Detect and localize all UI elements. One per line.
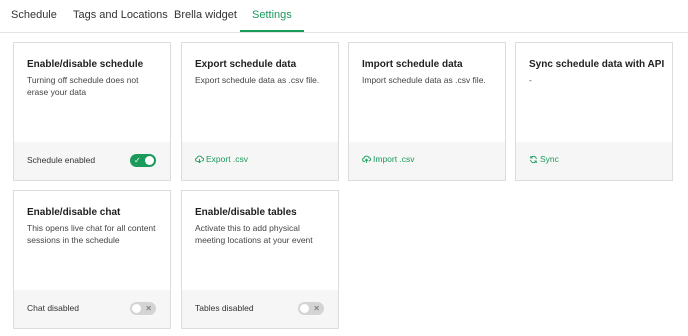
card-description: Turning off schedule does not erase your… [27, 75, 139, 97]
cloud-download-icon [195, 155, 204, 164]
card-title: Export schedule data [195, 59, 297, 70]
export-csv-link[interactable]: Export .csv [195, 154, 248, 164]
card-footer: Chat disabled ✕ [14, 290, 170, 328]
toggle-knob [300, 304, 309, 313]
card-description: This opens live chat for all content ses… [27, 223, 156, 245]
card-description: Activate this to add physical meeting lo… [195, 223, 313, 245]
import-csv-link[interactable]: Import .csv [362, 154, 415, 164]
tab-settings[interactable]: Settings [240, 0, 304, 32]
x-icon: ✕ [145, 304, 152, 313]
tab-tags-and-locations[interactable]: Tags and Locations [73, 0, 168, 32]
export-csv-label: Export .csv [206, 154, 249, 164]
schedule-status-label: Schedule enabled [27, 155, 96, 165]
tab-schedule[interactable]: Schedule [11, 0, 57, 32]
card-footer: Tables disabled ✕ [182, 290, 338, 328]
x-icon: ✕ [313, 304, 320, 313]
sync-link[interactable]: Sync [529, 154, 559, 164]
card-title: Enable/disable chat [27, 207, 121, 218]
check-icon: ✓ [134, 156, 141, 165]
export-schedule-card: Export schedule data Export schedule dat… [181, 42, 339, 181]
tab-brella-widget[interactable]: Brella widget [174, 0, 237, 32]
chat-status-label: Chat disabled [27, 303, 79, 313]
card-title: Import schedule data [362, 59, 463, 70]
import-csv-label: Import .csv [373, 154, 415, 164]
tables-toggle-card: Enable/disable tables Activate this to a… [181, 190, 339, 329]
card-title: Enable/disable tables [195, 207, 297, 218]
sync-label: Sync [540, 154, 559, 164]
sync-api-card: Sync schedule data with API - Sync [515, 42, 673, 181]
toggle-knob [145, 156, 154, 165]
schedule-toggle[interactable]: ✓ [130, 154, 156, 167]
card-description: Export schedule data as .csv file. [195, 75, 320, 85]
card-title: Sync schedule data with API [529, 59, 665, 70]
card-description: - [529, 75, 532, 85]
toggle-knob [132, 304, 141, 313]
card-title: Enable/disable schedule [27, 59, 144, 70]
tables-status-label: Tables disabled [195, 303, 254, 313]
card-description: Import schedule data as .csv file. [362, 75, 486, 85]
card-footer: Export .csv [182, 142, 338, 180]
tables-toggle[interactable]: ✕ [298, 302, 324, 315]
import-schedule-card: Import schedule data Import schedule dat… [348, 42, 506, 181]
chat-toggle-card: Enable/disable chat This opens live chat… [13, 190, 171, 329]
schedule-toggle-card: Enable/disable schedule Turning off sche… [13, 42, 171, 181]
card-footer: Sync [516, 142, 672, 180]
sync-icon [529, 155, 538, 164]
card-footer: Import .csv [349, 142, 505, 180]
tab-bar: Schedule Tags and Locations Brella widge… [0, 0, 688, 33]
card-footer: Schedule enabled ✓ [14, 142, 170, 180]
chat-toggle[interactable]: ✕ [130, 302, 156, 315]
cloud-upload-icon [362, 155, 371, 164]
